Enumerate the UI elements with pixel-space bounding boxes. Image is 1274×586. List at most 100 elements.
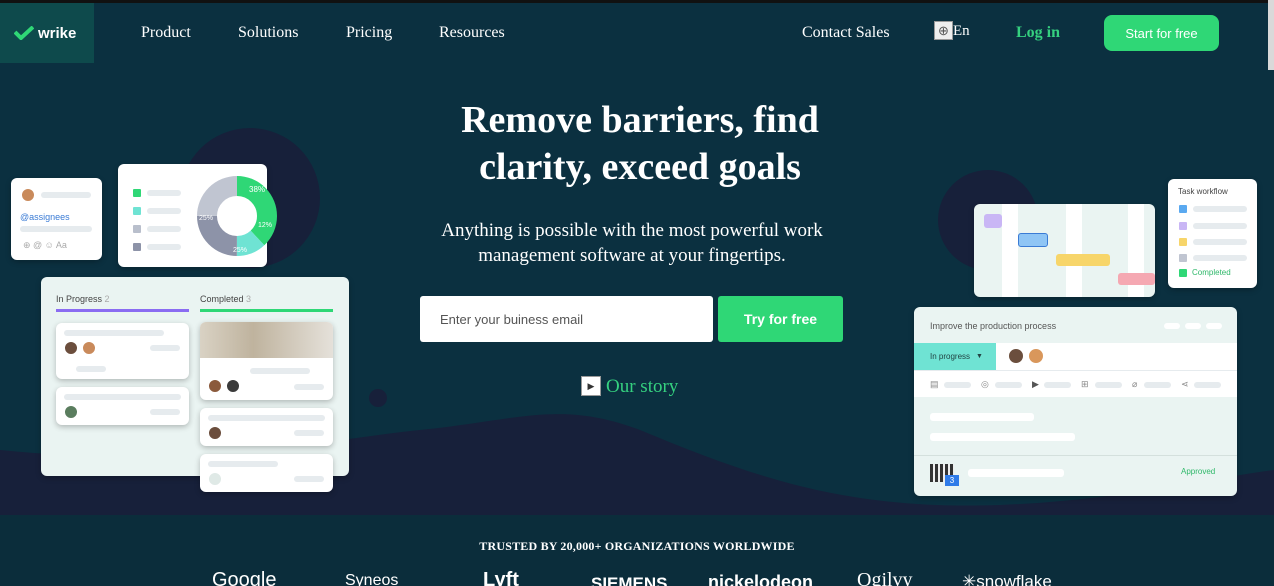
avatar [226, 379, 240, 393]
donut-label-12: 12% [258, 222, 272, 229]
window-dot [1185, 323, 1201, 329]
nav-resources[interactable]: Resources [439, 24, 505, 42]
placeholder-bar [64, 330, 164, 336]
placeholder-bar [944, 382, 971, 388]
start-for-free-button[interactable]: Start for free [1104, 15, 1219, 51]
nav-product[interactable]: Product [141, 24, 191, 42]
calendar-icon[interactable]: ▤ [930, 379, 939, 390]
chevron-down-icon: ▼ [976, 353, 983, 360]
task-image [200, 322, 333, 358]
placeholder-bar [1144, 382, 1171, 388]
task-card [56, 323, 189, 379]
attachment-count-badge: 3 [945, 475, 959, 486]
status-label: In progress [930, 352, 971, 361]
subheadline-line-1: Anything is possible with the most power… [441, 220, 823, 241]
status-swatch [1179, 269, 1187, 277]
assignees-card: @assignees ⊕ @ ☺ Aa [11, 178, 102, 260]
legend-swatch [133, 243, 141, 251]
placeholder-bar [1095, 382, 1122, 388]
nav-pricing[interactable]: Pricing [346, 24, 392, 42]
avatar [64, 341, 78, 355]
our-story-label: Our story [606, 376, 679, 397]
toolbar-row: ▤ ◎ ▶ ⊞ ⌀ ⋖ [914, 370, 1237, 397]
avatar [208, 426, 222, 440]
play-icon: ▶ [581, 376, 601, 396]
try-for-free-button[interactable]: Try for free [718, 296, 843, 342]
divider [914, 455, 1237, 456]
nav-solutions[interactable]: Solutions [238, 24, 298, 42]
placeholder-bar [930, 413, 1034, 421]
avatar [208, 379, 222, 393]
attachment-icon[interactable]: ⌀ [1132, 379, 1137, 390]
play-icon[interactable]: ▶ [1032, 379, 1039, 390]
window-dot [1206, 323, 1222, 329]
donut-label-38: 38% [249, 185, 265, 194]
gantt-column [1002, 204, 1018, 297]
task-card [200, 408, 333, 446]
legend-swatch [133, 207, 141, 215]
column-title: In Progress [56, 294, 103, 304]
placeholder-bar [20, 226, 92, 232]
nav-contact-sales[interactable]: Contact Sales [802, 24, 890, 42]
scrollbar[interactable] [1268, 0, 1274, 70]
placeholder-bar [41, 192, 91, 198]
placeholder-bar [1193, 206, 1247, 212]
completed-underline [200, 309, 333, 312]
placeholder-bar [147, 190, 181, 196]
subheadline-line-2: management software at your fingertips. [478, 245, 786, 266]
placeholder-bar [250, 368, 310, 374]
brand-lyft-logo: Lyft [483, 569, 519, 586]
approved-label: Approved [1181, 467, 1216, 476]
placeholder-bar [147, 208, 181, 214]
gantt-bar [984, 214, 1002, 228]
progress-underline [56, 309, 189, 312]
avatar [1008, 348, 1024, 364]
gantt-column [1066, 204, 1082, 297]
trusted-label: TRUSTED BY 20,000+ ORGANIZATIONS WORLDWI… [479, 539, 795, 553]
headline-line-1: Remove barriers, find [461, 99, 819, 141]
legend-swatch [133, 225, 141, 233]
page-title: Remove barriers, find clarity, exceed go… [380, 97, 900, 191]
placeholder-bar [1194, 382, 1221, 388]
hierarchy-icon[interactable]: ⊞ [1081, 379, 1089, 390]
language-selector[interactable]: ⊕ En [934, 21, 970, 40]
email-input[interactable] [420, 296, 713, 342]
brand-snowflake-logo: ✳snowflake [962, 572, 1052, 586]
avatar [82, 341, 96, 355]
brand-google-logo: Google [212, 569, 277, 586]
column-completed: Completed 3 [200, 294, 251, 304]
assignees-tag: @assignees [20, 212, 70, 222]
placeholder-bar [294, 430, 324, 436]
share-icon[interactable]: ⋖ [1181, 379, 1189, 390]
check-icon[interactable]: ◎ [981, 379, 989, 390]
status-dropdown[interactable]: In progress ▼ [914, 343, 996, 370]
status-swatch [1179, 205, 1187, 213]
legend-swatch [133, 189, 141, 197]
wrike-logo[interactable]: wrike [0, 3, 94, 63]
donut-chart: 38% 12% 25% 25% [197, 176, 277, 256]
our-story-link[interactable]: ▶ Our story [581, 373, 678, 398]
gantt-bar [1056, 254, 1110, 266]
language-label: En [953, 23, 970, 39]
kanban-card: In Progress 2 Completed 3 [41, 277, 349, 492]
brand-syneos-logo: Syneos [345, 572, 399, 586]
placeholder-bar [294, 476, 324, 482]
placeholder-bar [1193, 255, 1247, 261]
placeholder-bar [1193, 223, 1247, 229]
top-border [0, 0, 1274, 3]
gantt-bar [1118, 273, 1155, 285]
placeholder-bar [930, 433, 1075, 441]
placeholder-bar [1193, 239, 1247, 245]
task-card [56, 387, 189, 425]
placeholder-bar [208, 461, 278, 467]
task-workflow-card: Task workflow Completed [1168, 179, 1257, 288]
brand-siemens-logo: SIEMENS [591, 574, 668, 586]
status-swatch [1179, 238, 1187, 246]
placeholder-bar [968, 469, 1064, 477]
column-count: 2 [104, 294, 110, 304]
brand-nickelodeon-logo: nickelodeon [708, 572, 814, 586]
placeholder-bar [1044, 382, 1071, 388]
login-link[interactable]: Log in [1016, 24, 1060, 42]
avatar [208, 472, 222, 486]
status-swatch [1179, 254, 1187, 262]
